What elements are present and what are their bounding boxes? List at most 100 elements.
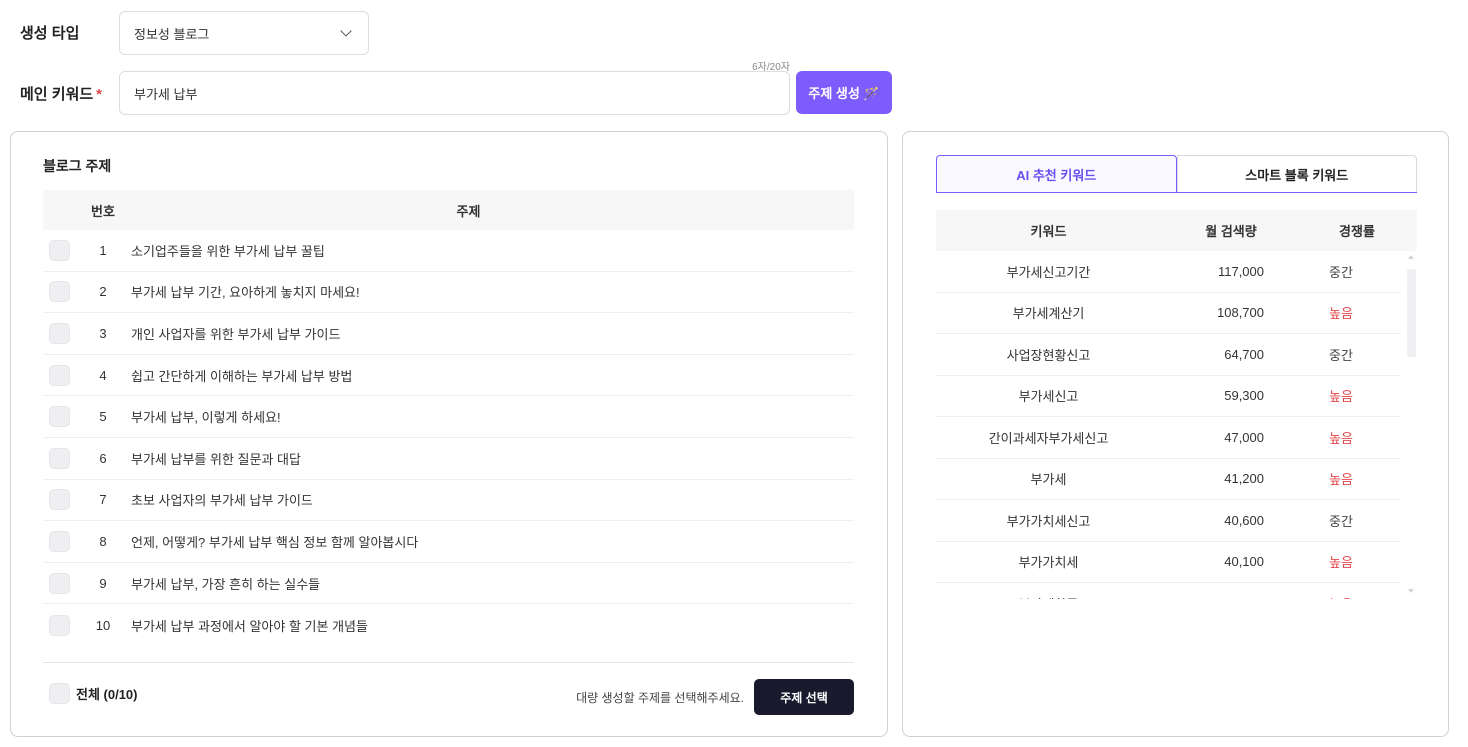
checkbox[interactable] [49,239,70,261]
tab-ai-keywords[interactable]: AI 추천 키워드 [936,155,1177,192]
search-volume: 117,000 [1217,263,1264,279]
select-all-label: 전체 (0/10) [76,687,138,702]
table-row[interactable]: 부가세 41,200 높음 [936,459,1401,500]
keyword-text: 부가세신고 [1018,389,1079,405]
topics-table-body: 1 소기업주들을 위한 부가세 납부 꿀팁 2 부가세 납부 기간, 요아하게 놓치지… [43,230,854,646]
table-row[interactable]: 6 부가세 납부를 위한 질문과 대답 [43,438,854,480]
competition-level: 높음 [1329,555,1353,571]
col-topic-header: 주제 [456,203,481,219]
selection-hint: 대량 생성할 주제를 선택해주세요. [576,691,744,705]
generate-topic-button[interactable]: 주제 생성 🪄 [796,71,892,114]
topic-number: 4 [99,367,107,383]
keyword-text: 부가세신고기간 [1006,264,1091,280]
keywords-table-body[interactable]: 부가세신고기간 117,000 중간 부가세계산기 108,700 높음 사업장현황신고 64… [936,251,1417,599]
topic-number: 3 [99,325,107,341]
table-row[interactable]: 8 언제, 어떻게? 부가세 납부 핵심 정보 함께 알아봅시다 [43,521,854,563]
topic-text: 부가세 납부, 이렇게 하세요! [131,410,281,426]
topic-text: 언제, 어떻게? 부가세 납부 핵심 정보 함께 알아봅시다 [131,534,419,550]
topic-number: 10 [95,617,111,633]
competition-level: 높음 [1329,430,1353,446]
keyword-label-text: 메인 키워드 [20,86,94,103]
divider [43,662,854,663]
checkbox[interactable] [49,322,70,344]
checkbox[interactable] [49,683,70,704]
type-label: 생성 타입 [20,25,80,42]
competition-level: 높음 [1329,306,1353,322]
topic-number: 8 [99,533,107,549]
keyword-text: 부가가치세 [1018,555,1079,571]
table-row[interactable]: 사업장현황신고 64,700 중간 [936,334,1401,376]
search-volume: 41,200 [1224,471,1264,487]
competition-level: 중간 [1329,347,1353,363]
topic-number: 9 [99,575,107,591]
table-row[interactable]: 부가세신고 59,300 높음 [936,376,1401,417]
table-row[interactable]: 부가세환급30,000높음 [936,583,1401,599]
table-row[interactable]: 3 개인 사업자를 위한 부가세 납부 가이드 [43,313,854,355]
topics-panel: 블로그 주제 번호 주제 1 소기업주들을 위한 부가세 납부 꿀팁 2 부가세 납부… [10,131,888,737]
col-keyword-header: 키워드 [1030,224,1067,239]
competition-level: 중간 [1329,264,1353,280]
select-topic-button[interactable]: 주제 선택 [754,679,854,715]
search-volume: 40,600 [1224,512,1264,528]
keyword-input[interactable]: 부가세 납부 [119,71,790,115]
checkbox[interactable] [49,572,70,594]
keyword-tabs: AI 추천 키워드 스마트 블록 키워드 [936,155,1417,193]
table-row[interactable]: 부가가치세 40,100 높음 [936,542,1401,583]
topic-text: 쉽고 간단하게 이해하는 부가세 납부 방법 [131,368,353,384]
checkbox[interactable] [49,281,70,303]
checkbox[interactable] [49,447,70,469]
competition-level: 중간 [1329,513,1353,529]
keyword-text: 부가세 [1030,472,1067,488]
table-row[interactable]: 1 소기업주들을 위한 부가세 납부 꿀팁 [43,230,854,272]
topic-text: 개인 사업자를 위한 부가세 납부 가이드 [131,326,341,342]
competition-level: 높음 [1281,594,1401,599]
search-volume: 59,300 [1224,388,1264,404]
search-volume: 40,100 [1224,554,1264,570]
checkbox[interactable] [49,614,70,636]
keyword-text: 부가세계산기 [1012,306,1085,322]
search-volume: 64,700 [1224,346,1264,362]
keyword-input-value: 부가세 납부 [134,86,198,102]
topic-text: 부가세 납부, 가장 흔히 하는 실수들 [131,576,321,592]
topic-number: 2 [99,284,107,300]
table-row[interactable]: 부가세계산기 108,700 높음 [936,293,1401,334]
checkbox[interactable] [49,530,70,552]
table-row[interactable]: 9 부가세 납부, 가장 흔히 하는 실수들 [43,563,854,605]
checkbox[interactable] [49,364,70,386]
topic-text: 부가세 납부 과정에서 알아야 할 기본 개념들 [131,618,368,634]
keywords-scrollbar[interactable] [1405,251,1417,599]
table-row[interactable]: 부가가치세신고 40,600 중간 [936,500,1401,542]
scroll-up-icon[interactable] [1408,255,1414,259]
topics-title: 블로그 주제 [43,158,112,174]
checkbox[interactable] [49,406,70,428]
type-select[interactable]: 정보성 블로그 [119,11,369,55]
keyword-text: 간이과세자부가세신고 [988,430,1109,446]
topic-number: 6 [99,450,107,466]
search-volume: 30,000 [1161,596,1281,599]
table-row[interactable]: 간이과세자부가세신고 47,000 높음 [936,417,1401,459]
topic-text: 소기업주들을 위한 부가세 납부 꿀팁 [131,243,325,259]
tab-smart-block-keywords[interactable]: 스마트 블록 키워드 [1176,155,1417,192]
table-row[interactable]: 5 부가세 납부, 이렇게 하세요! [43,396,854,438]
select-all-checkbox[interactable]: 전체 (0/10) [49,683,138,704]
select-topic-button-label: 주제 선택 [780,690,828,705]
table-row[interactable]: 10 부가세 납부 과정에서 알아야 할 기본 개념들 [43,604,854,646]
table-row[interactable]: 부가세신고기간 117,000 중간 [936,251,1401,293]
keywords-table-header: 키워드 월 검색량 경쟁률 [936,210,1417,251]
table-row[interactable]: 7 초보 사업자의 부가세 납부 가이드 [43,480,854,522]
topic-number: 5 [99,409,107,425]
search-volume: 47,000 [1224,429,1264,445]
scroll-thumb[interactable] [1407,269,1416,357]
topics-table-header: 번호 주제 [43,190,854,230]
checkbox[interactable] [49,489,70,511]
keyword-text: 부가가치세신고 [1006,513,1091,529]
topic-text: 초보 사업자의 부가세 납부 가이드 [131,493,313,509]
scroll-down-icon[interactable] [1408,589,1414,593]
col-number-header: 번호 [91,203,115,219]
required-mark: * [96,86,103,103]
table-row[interactable]: 2 부가세 납부 기간, 요아하게 놓치지 마세요! [43,272,854,314]
competition-level: 높음 [1329,389,1353,405]
table-row[interactable]: 4 쉽고 간단하게 이해하는 부가세 납부 방법 [43,355,854,397]
generate-topic-button-label: 주제 생성 🪄 [808,86,880,101]
topics-table: 번호 주제 1 소기업주들을 위한 부가세 납부 꿀팁 2 부가세 납부 기간, 요아… [43,190,854,646]
